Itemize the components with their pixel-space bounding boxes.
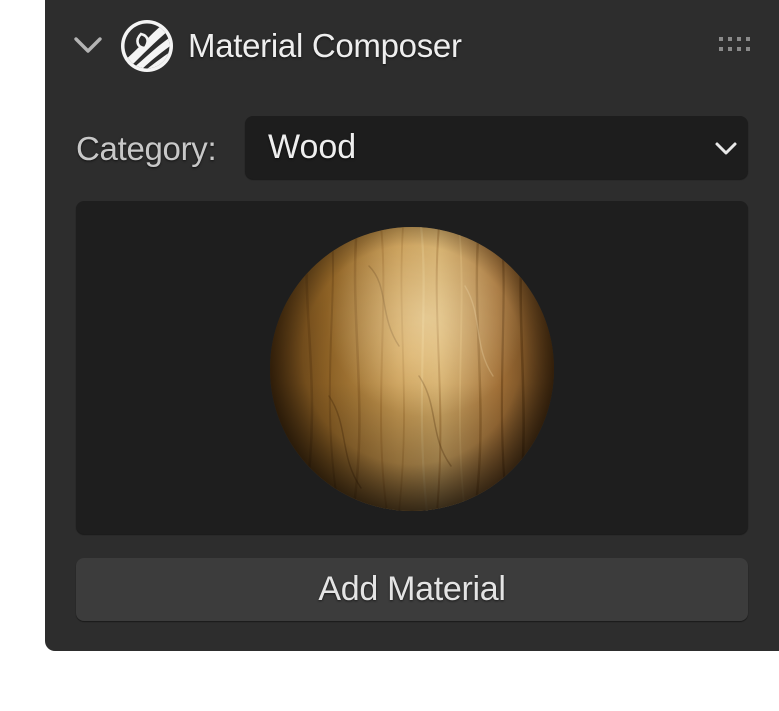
category-label: Category: xyxy=(76,130,217,167)
material-composer-panel: Material Composer Category: Wood Add Mat… xyxy=(45,0,779,651)
chevron-down-icon[interactable] xyxy=(71,30,105,58)
drag-handle-icon[interactable] xyxy=(717,34,757,54)
material-composer-logo-icon xyxy=(121,20,173,72)
panel-title: Material Composer xyxy=(188,27,462,64)
panel-header: Material Composer xyxy=(45,0,779,92)
category-dropdown[interactable]: Wood xyxy=(245,116,748,179)
wood-material-sphere xyxy=(270,227,554,511)
chevron-down-icon xyxy=(715,142,737,155)
category-selected-value: Wood xyxy=(268,128,357,166)
add-material-button[interactable]: Add Material xyxy=(76,558,748,621)
material-preview xyxy=(76,201,748,534)
